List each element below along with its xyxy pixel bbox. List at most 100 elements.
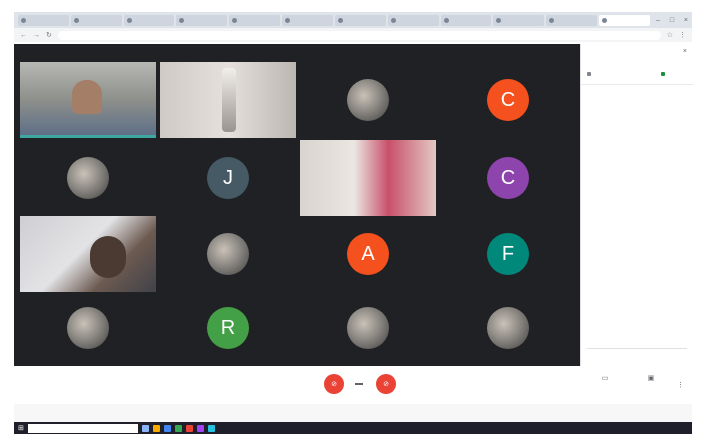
avatar-photo — [487, 307, 529, 349]
participant-tile[interactable] — [440, 290, 576, 366]
avatar-initial: C — [487, 157, 529, 199]
camera-button[interactable]: ⊘ — [376, 374, 396, 394]
file-explorer-icon[interactable] — [152, 424, 160, 432]
favicon-icon — [549, 17, 555, 23]
chat-icon — [661, 72, 665, 76]
taskbar: ⊞ — [14, 422, 692, 434]
status-strip — [14, 404, 692, 422]
browser-tab[interactable] — [18, 14, 69, 26]
participant-tile[interactable] — [20, 140, 156, 216]
participant-video — [160, 62, 296, 138]
mic-off-icon: ⊘ — [331, 381, 337, 388]
avatar-photo — [67, 157, 109, 199]
minimize-icon[interactable]: – — [652, 17, 664, 24]
taskbar-search-input[interactable] — [27, 423, 138, 433]
browser-tab-bar: – □ × — [14, 12, 692, 28]
browser-tab[interactable] — [440, 14, 492, 26]
avatar-photo — [207, 233, 249, 275]
chat-input[interactable] — [587, 348, 687, 358]
participant-tile[interactable] — [20, 62, 156, 138]
participant-tile[interactable] — [20, 290, 156, 366]
browser-tab[interactable] — [334, 14, 386, 26]
avatar-initial: R — [207, 307, 249, 349]
participant-tile[interactable] — [300, 140, 436, 216]
favicon-icon — [285, 17, 291, 23]
present-button[interactable]: ▣ — [636, 374, 666, 384]
favicon-icon — [232, 17, 238, 23]
maximize-icon[interactable]: □ — [666, 17, 678, 24]
browser-tab[interactable] — [123, 14, 175, 26]
mic-button[interactable]: ⊘ — [324, 374, 344, 394]
app-icon[interactable] — [196, 424, 204, 432]
windows-start-icon[interactable]: ⊞ — [18, 424, 24, 432]
participant-tile[interactable] — [160, 216, 296, 292]
favicon-icon — [443, 17, 449, 23]
participant-tile[interactable]: A — [300, 216, 436, 292]
more-options-icon[interactable]: ⋮ — [677, 381, 684, 389]
avatar-photo — [347, 79, 389, 121]
participant-video — [20, 62, 156, 138]
favicon-icon — [602, 17, 608, 23]
participant-video — [300, 140, 436, 216]
captions-icon: ▭ — [601, 375, 609, 382]
favicon-icon — [390, 17, 396, 23]
present-icon: ▣ — [647, 375, 655, 382]
participant-tile[interactable]: R — [160, 290, 296, 366]
close-icon[interactable]: × — [683, 48, 687, 55]
forward-icon[interactable]: → — [33, 32, 40, 39]
captions-button[interactable]: ▭ — [590, 374, 620, 384]
browser-tab-active[interactable] — [599, 14, 650, 26]
back-icon[interactable]: ← — [20, 32, 27, 39]
speaking-indicator — [20, 135, 156, 138]
people-icon — [587, 72, 591, 76]
participant-tile[interactable]: C — [440, 140, 576, 216]
browser-tab[interactable] — [70, 14, 122, 26]
reload-icon[interactable]: ↻ — [46, 31, 52, 39]
avatar-initial: A — [347, 233, 389, 275]
avatar-photo — [67, 307, 109, 349]
browser-tab[interactable] — [387, 14, 439, 26]
camera-off-icon: ⊘ — [383, 381, 389, 388]
side-panel: × — [580, 44, 693, 366]
browser-tab[interactable] — [176, 14, 228, 26]
avatar-photo — [347, 307, 389, 349]
chrome-icon[interactable] — [174, 424, 182, 432]
meeting-controls: ⊘ ⊘ ▭ ▣ ⋮ — [14, 366, 692, 404]
close-window-icon[interactable]: × — [680, 17, 692, 24]
tab-chat[interactable] — [661, 72, 667, 76]
address-bar: ← → ↻ ☆ ⋮ — [14, 28, 692, 42]
avatar-initial: J — [207, 157, 249, 199]
browser-menu-icon[interactable]: ⋮ — [679, 31, 686, 39]
participant-tile[interactable] — [20, 216, 156, 292]
end-call-icon[interactable] — [355, 383, 363, 385]
app-icon[interactable] — [207, 424, 215, 432]
favicon-icon — [179, 17, 185, 23]
url-input[interactable] — [57, 30, 661, 40]
browser-tab[interactable] — [229, 14, 281, 26]
browser-tab[interactable] — [282, 14, 333, 26]
participant-video — [20, 216, 156, 292]
participant-tile[interactable] — [160, 62, 296, 138]
participant-tile[interactable]: C — [440, 62, 576, 138]
favicon-icon — [73, 17, 79, 23]
task-view-icon[interactable] — [141, 424, 149, 432]
favicon-icon — [126, 17, 132, 23]
browser-tab[interactable] — [493, 14, 545, 26]
star-icon[interactable]: ☆ — [667, 31, 673, 39]
favicon-icon — [496, 17, 502, 23]
divider — [581, 84, 693, 85]
favicon-icon — [21, 17, 26, 23]
participant-grid: C J C A F R — [14, 44, 580, 366]
screen: – □ × ← → ↻ ☆ ⋮ C J C A F R × ⊘ ⊘ ▭ ▣ ⋮ ⊞ — [0, 0, 701, 434]
participant-tile[interactable] — [300, 62, 436, 138]
app-icon[interactable] — [185, 424, 193, 432]
avatar-initial: C — [487, 79, 529, 121]
tab-everyone[interactable] — [587, 72, 593, 76]
avatar-initial: F — [487, 233, 529, 275]
participant-tile[interactable] — [300, 290, 436, 366]
favicon-icon — [337, 17, 343, 23]
participant-tile[interactable]: F — [440, 216, 576, 292]
edge-browser-icon[interactable] — [163, 424, 171, 432]
participant-tile[interactable]: J — [160, 140, 296, 216]
browser-tab[interactable] — [546, 14, 598, 26]
